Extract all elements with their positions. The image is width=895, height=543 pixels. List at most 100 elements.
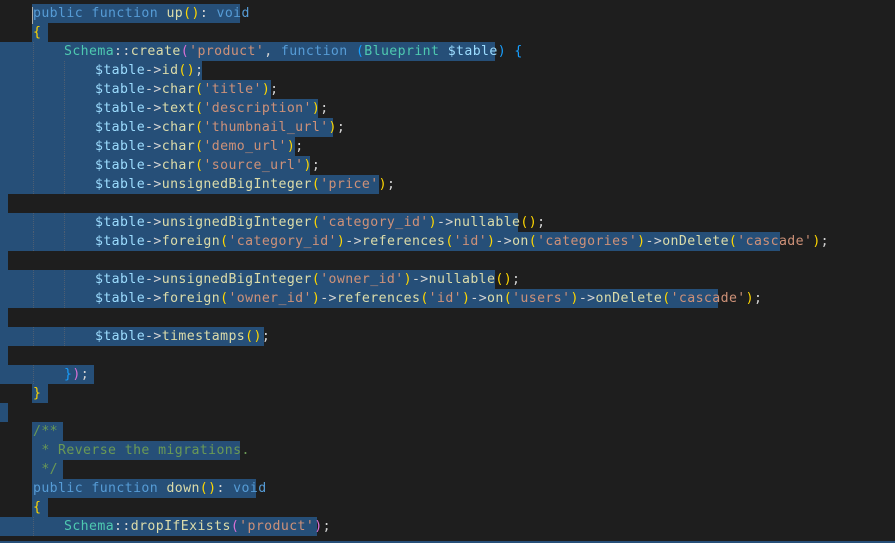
code-line[interactable]: $table->foreign('owner_id')->references(… [0, 289, 895, 308]
indent-guide [33, 213, 34, 232]
code-line[interactable]: } [0, 384, 895, 403]
code-token: ( [445, 234, 454, 249]
indent-guide [33, 270, 34, 289]
code-line[interactable]: Schema::create('product', function (Blue… [0, 42, 895, 61]
code-token: 'thumbnail_url' [203, 120, 329, 135]
code-token: $table [95, 291, 146, 306]
code-line[interactable]: $table->char('demo_url'); [0, 137, 895, 156]
indent-guide [33, 365, 34, 384]
selection-highlight [0, 232, 95, 251]
code-line[interactable]: * Reverse the migrations. [0, 441, 895, 460]
code-token: nullable [428, 272, 496, 287]
indent-guide [33, 80, 34, 99]
code-line[interactable]: $table->unsignedBigInteger('category_id'… [0, 213, 895, 232]
code-line[interactable] [0, 403, 895, 422]
code-token: on [487, 291, 504, 306]
code-token: -> [578, 291, 596, 306]
code-line[interactable]: $table->unsignedBigInteger('price'); [0, 175, 895, 194]
code-line[interactable]: $table->char('title'); [0, 80, 895, 99]
selection-highlight [0, 251, 8, 270]
code-line[interactable]: $table->foreign('category_id')->referenc… [0, 232, 895, 251]
code-line[interactable]: { [0, 498, 895, 517]
code-token: { [514, 44, 523, 59]
code-line[interactable]: $table->char('thumbnail_url'); [0, 118, 895, 137]
code-token: public function [33, 481, 167, 496]
code-token: */ [33, 462, 59, 477]
code-token: -> [145, 120, 162, 135]
code-line[interactable]: $table->text('description'); [0, 99, 895, 118]
code-token: ( [728, 234, 738, 249]
code-token: text [161, 101, 196, 116]
code-token: ; [270, 82, 279, 97]
code-text: $table->unsignedBigInteger('category_id'… [95, 213, 545, 232]
code-line[interactable]: public function down(): void [0, 479, 895, 498]
code-token: on [512, 234, 529, 249]
indent-guide [64, 327, 65, 346]
code-text: $table->char('title'); [95, 80, 279, 99]
code-token: -> [145, 101, 162, 116]
code-token: , [264, 44, 281, 59]
indent-guide [33, 232, 34, 251]
code-line[interactable] [0, 346, 895, 365]
code-line[interactable]: */ [0, 460, 895, 479]
code-token: ; [386, 177, 396, 192]
indent-guide [33, 156, 34, 175]
code-token: ) [303, 158, 312, 173]
code-lines[interactable]: public function up(): void{Schema::creat… [0, 4, 895, 536]
code-line[interactable]: }); [0, 365, 895, 384]
code-token: () [178, 63, 196, 78]
code-text: $table->timestamps(); [95, 327, 270, 346]
code-line[interactable] [0, 194, 895, 213]
code-text: { [33, 23, 41, 42]
indent-guide [33, 289, 34, 308]
code-text: $table->char('source_url'); [95, 156, 320, 175]
code-token: { [33, 500, 42, 515]
code-text: Schema::dropIfExists('product'); [64, 517, 331, 536]
code-token: ) [428, 215, 437, 230]
code-token: $table [95, 177, 146, 192]
code-token: -> [145, 158, 162, 173]
code-token: ; [820, 234, 830, 249]
code-token: -> [320, 291, 337, 306]
code-token: unsignedBigInteger [161, 177, 312, 192]
code-text: $table->id(); [95, 61, 203, 80]
code-token: Blueprint [364, 44, 448, 59]
selection-highlight [0, 99, 95, 118]
code-token: foreign [161, 291, 221, 306]
code-editor[interactable]: public function up(): void{Schema::creat… [0, 0, 895, 543]
selection-highlight [0, 175, 95, 194]
code-line[interactable]: $table->id(); [0, 61, 895, 80]
code-token: unsignedBigInteger [161, 272, 312, 287]
code-token: ; [336, 120, 346, 135]
code-token: Schema [64, 519, 115, 534]
selection-highlight [0, 270, 95, 289]
indent-guide [64, 99, 65, 118]
code-token: Schema [64, 44, 115, 59]
code-token: $table [95, 329, 146, 344]
code-text: Schema::create('product', function (Blue… [64, 42, 523, 61]
code-line[interactable] [0, 308, 895, 327]
code-line[interactable]: public function up(): void [0, 4, 895, 23]
code-token: : [199, 6, 217, 21]
code-line[interactable]: { [0, 23, 895, 42]
code-token: 'owner_id' [228, 291, 312, 306]
code-token: -> [145, 215, 162, 230]
code-line[interactable] [0, 251, 895, 270]
code-token: -> [145, 82, 162, 97]
code-token: -> [145, 234, 162, 249]
code-token: ( [180, 44, 190, 59]
indent-guide [33, 327, 34, 346]
selection-highlight [0, 289, 95, 308]
code-line[interactable]: $table->timestamps(); [0, 327, 895, 346]
indent-guide [64, 175, 65, 194]
code-line[interactable]: Schema::dropIfExists('product'); [0, 517, 895, 536]
code-line[interactable]: $table->char('source_url'); [0, 156, 895, 175]
code-text: public function down(): void [33, 479, 267, 498]
code-token: () [183, 6, 200, 21]
code-line[interactable]: $table->unsignedBigInteger('owner_id')->… [0, 270, 895, 289]
code-token: ; [80, 367, 90, 382]
code-token: onDelete [662, 234, 729, 249]
selection-highlight [0, 118, 95, 137]
code-token: 'source_url' [203, 158, 304, 173]
code-line[interactable]: /** [0, 422, 895, 441]
